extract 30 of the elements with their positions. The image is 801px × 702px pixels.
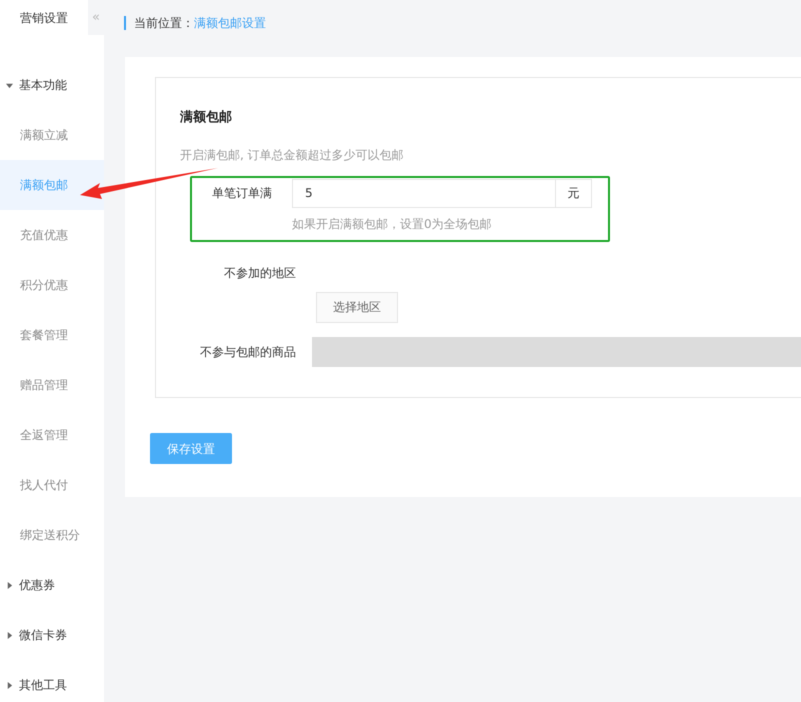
- sidebar-item[interactable]: 全返管理: [0, 410, 104, 460]
- sidebar-group[interactable]: 微信卡券: [0, 610, 104, 660]
- save-button[interactable]: 保存设置: [150, 433, 232, 464]
- field-label: 不参加的地区: [223, 264, 296, 282]
- caret-down-icon: [6, 82, 13, 88]
- sidebar-item[interactable]: 赠品管理: [0, 360, 104, 410]
- product-picker[interactable]: [312, 336, 801, 366]
- sidebar-item[interactable]: 套餐管理: [0, 310, 104, 360]
- sidebar-item[interactable]: 满额包邮: [0, 160, 104, 210]
- sidebar-group[interactable]: 优惠券: [0, 560, 104, 610]
- caret-right-icon: [6, 582, 13, 588]
- sidebar-item[interactable]: 找人代付: [0, 460, 104, 510]
- caret-right-icon: [6, 632, 13, 638]
- section-description: 开启满包邮, 订单总金额超过多少可以包邮: [180, 146, 405, 164]
- sidebar-item[interactable]: 满额立减: [0, 110, 104, 160]
- sidebar-group[interactable]: 其他工具: [0, 660, 104, 702]
- section-title: 满额包邮: [180, 108, 233, 127]
- unit-label: 元: [556, 178, 592, 208]
- select-region-button[interactable]: 选择地区: [316, 292, 398, 322]
- breadcrumb: 当前位置：满额包邮设置: [134, 14, 266, 32]
- help-text: 如果开启满额包邮，设置0为全场包邮: [292, 216, 493, 232]
- field-label: 单笔订单满: [211, 185, 272, 202]
- caret-right-icon: [6, 682, 13, 688]
- sidebar-item[interactable]: 绑定送积分: [0, 510, 104, 560]
- amount-field[interactable]: 5: [292, 178, 556, 208]
- sidebar-title: 营销设置: [19, 10, 69, 26]
- sidebar-item[interactable]: 积分优惠: [0, 260, 104, 310]
- sidebar-group[interactable]: 基本功能: [0, 60, 104, 110]
- sidebar-item[interactable]: 充值优惠: [0, 210, 104, 260]
- field-label: 不参与包邮的商品: [199, 344, 296, 360]
